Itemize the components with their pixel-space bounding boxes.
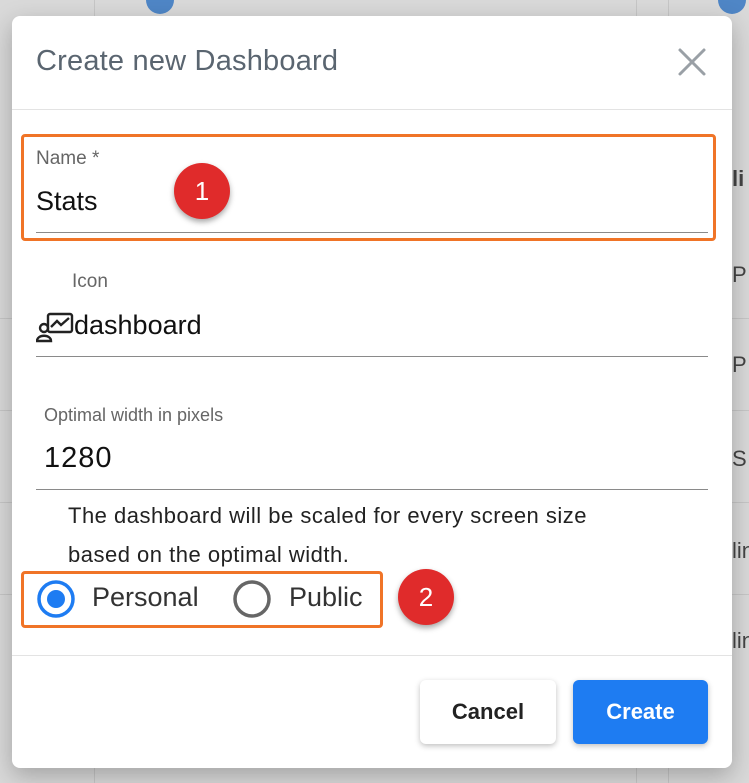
width-input[interactable]: 1280 <box>44 442 113 475</box>
width-help-text-2: based on the optimal width. <box>68 542 350 567</box>
cancel-button[interactable]: Cancel <box>420 680 556 744</box>
highlight-box-1 <box>21 134 716 241</box>
width-underline <box>36 489 708 490</box>
background-text: li <box>732 166 745 191</box>
highlight-box-2 <box>21 571 383 628</box>
background-text: P <box>732 262 747 287</box>
background-text: lin <box>732 628 749 653</box>
footer-divider <box>12 655 732 656</box>
icon-underline <box>36 356 708 357</box>
dialog-header: Create new Dashboard <box>12 16 732 110</box>
create-button[interactable]: Create <box>573 680 708 744</box>
create-dashboard-dialog: Create new Dashboard Name * Stats 1 Icon… <box>12 16 732 768</box>
close-icon[interactable] <box>672 42 712 82</box>
background-text: lin <box>732 538 749 563</box>
step-badge-2: 2 <box>398 569 454 625</box>
dialog-title: Create new Dashboard <box>36 45 339 77</box>
background-icon <box>146 0 174 14</box>
background-text: P <box>732 352 747 377</box>
dashboard-icon <box>35 312 74 344</box>
background-icon <box>718 0 746 14</box>
icon-label: Icon <box>72 271 108 292</box>
width-help-text: The dashboard will be scaled for every s… <box>68 503 588 528</box>
background-text: S <box>732 446 747 471</box>
width-label: Optimal width in pixels <box>44 405 224 425</box>
step-badge-1: 1 <box>174 163 230 219</box>
icon-input[interactable]: dashboard <box>74 310 202 341</box>
